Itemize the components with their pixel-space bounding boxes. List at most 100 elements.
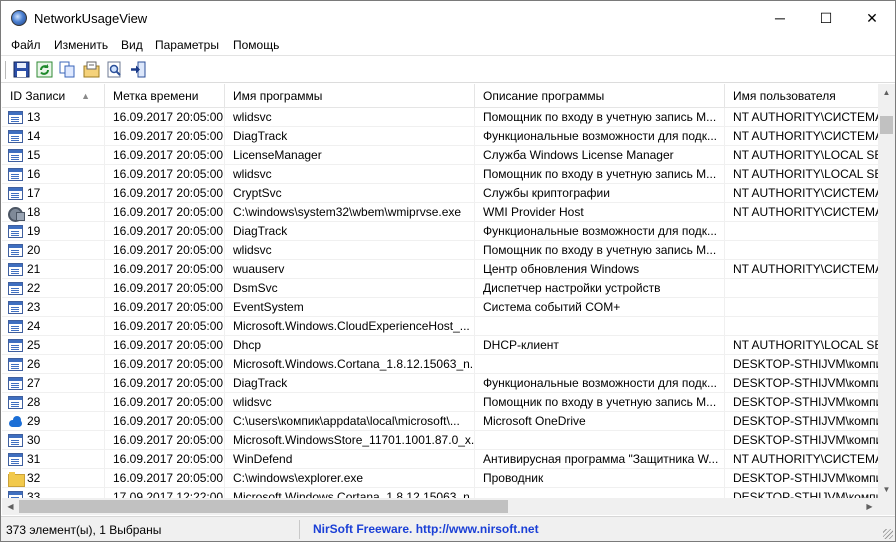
record-id-text: 13: [27, 110, 41, 124]
table-row[interactable]: 14 16.09.2017 20:05:00 DiagTrack Функционал…: [2, 127, 878, 146]
copy-icon[interactable]: [59, 61, 76, 78]
record-id-text: 27: [27, 376, 41, 390]
cell-timestamp: 16.09.2017 20:05:00: [105, 146, 225, 165]
window-icon: [8, 377, 23, 390]
find-icon[interactable]: [106, 61, 123, 78]
window-icon: [8, 434, 23, 447]
cell-timestamp: 16.09.2017 20:05:00: [105, 298, 225, 317]
cell-id: 27: [2, 374, 105, 393]
minimize-button[interactable]: ─: [757, 1, 803, 35]
table-row[interactable]: 28 16.09.2017 20:05:00 wlidsvc Помощник по …: [2, 393, 878, 412]
cell-description: Помощник по входу в учетную запись M...: [475, 393, 725, 412]
table-row[interactable]: 29 16.09.2017 20:05:00 C:\users\компик\app…: [2, 412, 878, 431]
table-row[interactable]: 21 16.09.2017 20:05:00 wuauserv Центр обнов…: [2, 260, 878, 279]
resize-grip-icon[interactable]: [883, 529, 893, 539]
table-row[interactable]: 17 16.09.2017 20:05:00 CryptSvc Службы крип…: [2, 184, 878, 203]
menu-file[interactable]: Файл: [11, 38, 41, 52]
cell-timestamp: 16.09.2017 20:05:00: [105, 184, 225, 203]
cell-program-name: wuauserv: [225, 260, 475, 279]
horizontal-scrollbar[interactable]: ◀ ▶: [2, 498, 878, 515]
table-row[interactable]: 15 16.09.2017 20:05:00 LicenseManager Служб…: [2, 146, 878, 165]
table-row[interactable]: 23 16.09.2017 20:05:00 EventSystem Система …: [2, 298, 878, 317]
cell-user-name: DESKTOP-STHIJVM\компи: [725, 393, 878, 412]
status-divider: [299, 520, 300, 539]
cell-timestamp: 16.09.2017 20:05:00: [105, 450, 225, 469]
table-row[interactable]: 16 16.09.2017 20:05:00 wlidsvc Помощник по …: [2, 165, 878, 184]
menu-options[interactable]: Параметры: [155, 38, 219, 52]
exit-icon[interactable]: [130, 61, 147, 78]
cell-timestamp: 16.09.2017 20:05:00: [105, 279, 225, 298]
table-row[interactable]: 25 16.09.2017 20:05:00 Dhcp DHCP-клиент NT A…: [2, 336, 878, 355]
record-id-text: 16: [27, 167, 41, 181]
table-row[interactable]: 22 16.09.2017 20:05:00 DsmSvc Диспетчер нас…: [2, 279, 878, 298]
vertical-scrollbar[interactable]: ▲ ▼: [878, 84, 895, 498]
table-row[interactable]: 24 16.09.2017 20:05:00 Microsoft.Windows.C…: [2, 317, 878, 336]
column-header-description[interactable]: Описание программы: [475, 84, 725, 108]
properties-icon[interactable]: [83, 61, 100, 78]
table-row[interactable]: 30 16.09.2017 20:05:00 Microsoft.WindowsSt…: [2, 431, 878, 450]
cell-id: 15: [2, 146, 105, 165]
scroll-up-icon[interactable]: ▲: [878, 84, 895, 101]
cell-description: Microsoft OneDrive: [475, 412, 725, 431]
table-row[interactable]: 20 16.09.2017 20:05:00 wlidsvc Помощник по …: [2, 241, 878, 260]
table-row[interactable]: 32 16.09.2017 20:05:00 C:\windows\explorer…: [2, 469, 878, 488]
cell-timestamp: 16.09.2017 20:05:00: [105, 108, 225, 127]
table-row[interactable]: 13 16.09.2017 20:05:00 wlidsvc Помощник по …: [2, 108, 878, 127]
table-row[interactable]: 27 16.09.2017 20:05:00 DiagTrack Функционал…: [2, 374, 878, 393]
toolbar-separator: [5, 61, 7, 79]
scroll-down-icon[interactable]: ▼: [878, 481, 895, 498]
table-row[interactable]: 18 16.09.2017 20:05:00 C:\windows\system32…: [2, 203, 878, 222]
cell-program-name: C:\windows\explorer.exe: [225, 469, 475, 488]
cell-description: [475, 488, 725, 498]
column-header-user[interactable]: Имя пользователя: [725, 84, 878, 108]
cell-timestamp: 16.09.2017 20:05:00: [105, 431, 225, 450]
cell-description: Центр обновления Windows: [475, 260, 725, 279]
cell-description: Система событий COM+: [475, 298, 725, 317]
record-id-text: 15: [27, 148, 41, 162]
column-header-id[interactable]: ID Записи ▲: [2, 84, 105, 108]
record-id-text: 17: [27, 186, 41, 200]
title-bar[interactable]: NetworkUsageView ─ ☐ ✕: [1, 1, 895, 35]
cell-id: 21: [2, 260, 105, 279]
refresh-icon[interactable]: [36, 61, 53, 78]
cell-timestamp: 16.09.2017 20:05:00: [105, 222, 225, 241]
menu-edit[interactable]: Изменить: [54, 38, 108, 52]
cell-id: 20: [2, 241, 105, 260]
cell-timestamp: 16.09.2017 20:05:00: [105, 374, 225, 393]
cell-user-name: [725, 317, 878, 336]
horizontal-scroll-thumb[interactable]: [19, 500, 508, 513]
cell-id: 13: [2, 108, 105, 127]
cell-id: 29: [2, 412, 105, 431]
record-id-text: 31: [27, 452, 41, 466]
window-icon: [8, 396, 23, 409]
record-id-text: 30: [27, 433, 41, 447]
column-header-program[interactable]: Имя программы: [225, 84, 475, 108]
cell-user-name: DESKTOP-STHIJVM\компи: [725, 374, 878, 393]
menu-help[interactable]: Помощь: [233, 38, 279, 52]
cell-description: Функциональные возможности для подк...: [475, 374, 725, 393]
table-row[interactable]: 33 17.09.2017 12:22:00 Microsoft.Windows.C…: [2, 488, 878, 498]
cell-timestamp: 16.09.2017 20:05:00: [105, 260, 225, 279]
table-row[interactable]: 19 16.09.2017 20:05:00 DiagTrack Функционал…: [2, 222, 878, 241]
save-icon[interactable]: [13, 61, 30, 78]
cell-description: Антивирусная программа "Защитника W...: [475, 450, 725, 469]
maximize-button[interactable]: ☐: [803, 1, 849, 35]
table-row[interactable]: 31 16.09.2017 20:05:00 WinDefend Антивирусн…: [2, 450, 878, 469]
column-header-label: ID Записи: [10, 89, 66, 103]
table-row[interactable]: 26 16.09.2017 20:05:00 Microsoft.Windows.C…: [2, 355, 878, 374]
window-icon: [8, 111, 23, 124]
nirsoft-link[interactable]: NirSoft Freeware. http://www.nirsoft.net: [313, 522, 539, 536]
cell-program-name: wlidsvc: [225, 393, 475, 412]
close-button[interactable]: ✕: [849, 1, 895, 35]
cell-user-name: NT AUTHORITY\СИСТЕМА: [725, 127, 878, 146]
scroll-right-icon[interactable]: ▶: [861, 498, 878, 515]
scroll-left-icon[interactable]: ◀: [2, 498, 19, 515]
cell-user-name: NT AUTHORITY\СИСТЕМА: [725, 203, 878, 222]
vertical-scroll-thumb[interactable]: [880, 116, 893, 134]
window-icon: [8, 358, 23, 371]
app-icon: [11, 10, 27, 26]
window-icon: [8, 149, 23, 162]
menu-view[interactable]: Вид: [121, 38, 143, 52]
cell-id: 30: [2, 431, 105, 450]
column-header-time[interactable]: Метка времени: [105, 84, 225, 108]
